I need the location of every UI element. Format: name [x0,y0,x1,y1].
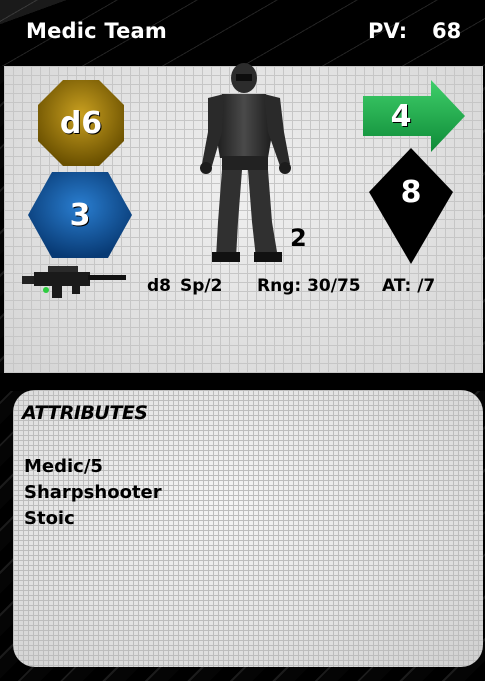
unit-name: Medic Team [26,19,167,43]
attribute-item: Sharpshooter [24,482,162,503]
model-count: 2 [290,224,307,252]
attribute-item: Medic/5 [24,456,103,477]
defense-badge: 8 [369,148,453,264]
defense-value: 8 [400,174,422,210]
skill-badge: d6 [38,80,124,166]
armor-badge: 3 [28,172,132,258]
weapon-range: Rng: 30/75 [257,276,361,296]
point-value: 68 [432,19,462,43]
unit-card: Medic Team PV: 68 d6 3 2 4 8 d8 Sp/2 Rng… [0,0,485,681]
soldier-figure-icon [200,63,291,262]
move-value: 4 [390,98,412,134]
attributes-list: Medic/5 Sharpshooter Stoic [24,454,162,532]
arrow-right-icon [363,80,465,152]
point-value-label: PV: [368,19,408,43]
rifle-icon [22,266,126,298]
weapon-at: AT: /7 [382,276,436,296]
card-header: Medic Team PV: 68 [0,0,485,66]
skill-value: d6 [59,105,103,141]
divider-band [0,373,485,391]
armor-value: 3 [69,197,91,233]
attribute-item: Stoic [24,508,75,529]
attributes-title: ATTRIBUTES [22,402,148,424]
move-badge: 4 [363,80,465,152]
weapon-die: d8 [147,276,171,296]
weapon-special: Sp/2 [180,276,223,296]
